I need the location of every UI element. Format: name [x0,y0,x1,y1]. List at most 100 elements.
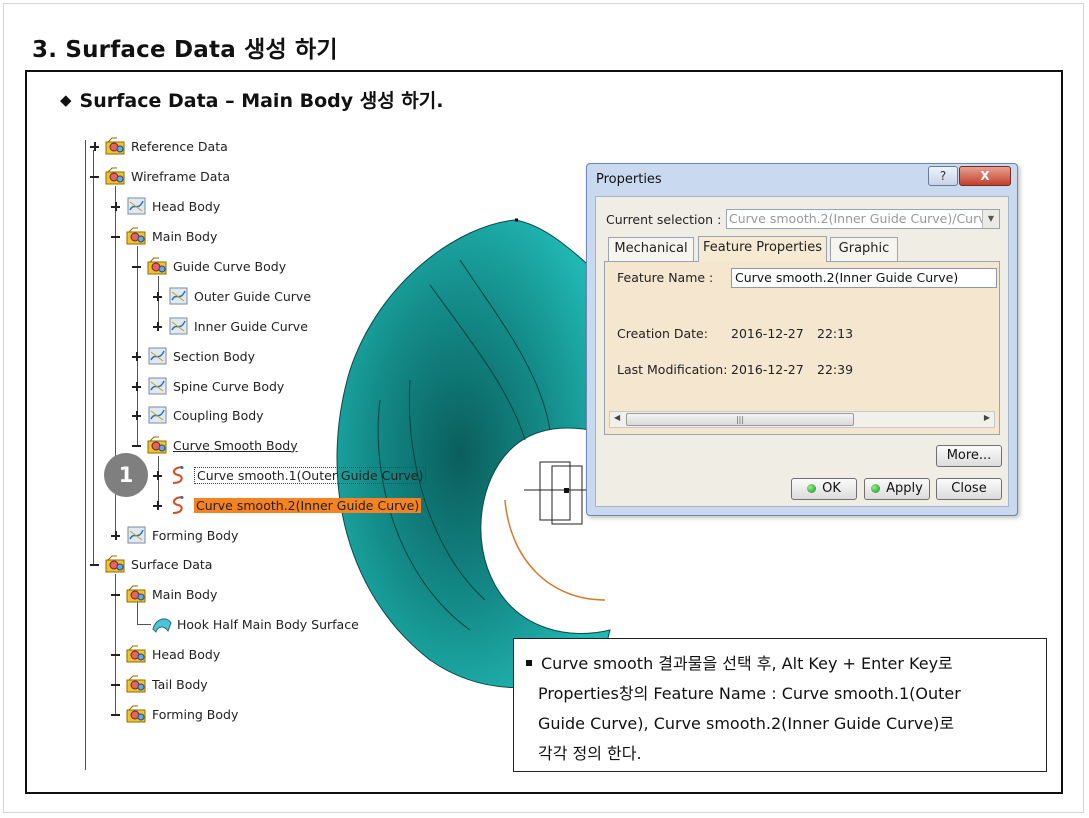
tree-item-label: Forming Body [152,706,239,722]
gear-folder-icon [126,644,148,664]
horizontal-scrollbar[interactable]: ◀ ||| ▶ [609,411,995,428]
tree-item-label: Section Body [173,348,255,364]
dialog-titlebar[interactable]: Properties ? X [587,164,1017,194]
tree-item-label: Head Body [152,198,221,214]
curve-smooth-icon [168,495,190,515]
expand-icon[interactable] [111,201,120,211]
wireframe-body-icon [168,286,190,306]
tree-item-label: Hook Half Main Body Surface [177,616,359,632]
feature-name-label: Feature Name : [617,270,714,285]
tab-label: Feature Properties [703,240,822,255]
expand-icon[interactable] [132,351,141,361]
last-modification-date: 2016-12-27 [731,362,804,377]
tree-item-main-body[interactable]: Main Body [111,224,217,248]
tree-item-head-body[interactable]: Head Body [111,194,220,218]
tab-label: Graphic [838,241,890,256]
wireframe-body-icon [126,196,148,216]
green-status-icon [807,484,817,493]
tree-item-label: Spine Curve Body [173,378,285,394]
gear-folder-icon [105,166,127,186]
tree-item-section-body[interactable]: Section Body [132,344,255,368]
last-modification-time: 22:39 [817,362,854,377]
specification-tree: Reference Data Wireframe Data Head Body … [0,0,480,818]
tree-item-reference-data[interactable]: Reference Data [90,134,228,158]
feature-properties-panel: Feature Name : Curve smooth.2(Inner Guid… [604,261,1000,435]
ok-button-label: OK [822,481,841,496]
expand-icon[interactable] [132,381,141,391]
tree-item-sd-tail-body[interactable]: Tail Body [111,672,208,696]
tree-item-spine-curve-body[interactable]: Spine Curve Body [132,374,284,398]
tree-item-hook-half-main-body-surface[interactable]: Hook Half Main Body Surface [151,612,359,636]
collapse-icon[interactable] [111,590,120,599]
tree-item-forming-body[interactable]: Forming Body [111,523,238,547]
tree-item-label: Main Body [152,228,218,244]
tree-item-inner-guide-curve[interactable]: Inner Guide Curve [153,314,308,338]
wireframe-body-icon [147,405,169,425]
tree-item-sd-forming-body[interactable]: Forming Body [111,702,238,726]
step-callout-badge: 1 [104,453,148,497]
close-button[interactable]: Close [936,478,1002,500]
expand-icon[interactable] [111,530,120,540]
collapse-icon[interactable] [111,710,120,719]
more-button[interactable]: More... [936,445,1002,467]
current-selection-dropdown[interactable]: Curve smooth.2(Inner Guide Curve)/Curve … [726,209,1000,229]
collapse-icon[interactable] [111,232,120,241]
tree-item-surface-data[interactable]: Surface Data [90,552,212,576]
apply-button[interactable]: Apply [864,478,930,500]
tree-item-label: Tail Body [152,676,208,692]
collapse-icon[interactable] [111,650,120,659]
chevron-down-icon[interactable]: ▼ [982,210,999,228]
note-line-2: Properties창의 Feature Name : Curve smooth… [538,684,961,703]
tab-label: Mechanical [614,241,688,256]
note-line-1: Curve smooth 결과물을 선택 후, Alt Key + Enter … [526,649,1032,679]
apply-button-label: Apply [886,481,923,496]
tree-item-sd-head-body[interactable]: Head Body [111,642,220,666]
help-button[interactable]: ? [928,166,958,186]
tree-item-sd-main-body[interactable]: Main Body [111,582,217,606]
expand-icon[interactable] [153,321,162,331]
tree-item-label: Reference Data [131,138,228,154]
scroll-left-icon[interactable]: ◀ [614,413,620,422]
tree-item-guide-curve-body[interactable]: Guide Curve Body [132,254,286,278]
feature-name-input[interactable]: Curve smooth.2(Inner Guide Curve) [731,268,997,288]
more-button-label: More... [946,448,992,463]
expand-icon[interactable] [90,141,99,151]
gear-folder-icon [105,136,127,156]
expand-icon[interactable] [153,291,162,301]
properties-dialog[interactable]: Properties ? X Current selection : Curve… [586,163,1018,516]
expand-icon[interactable] [153,500,162,510]
tree-item-outer-guide-curve[interactable]: Outer Guide Curve [153,284,311,308]
tree-item-wireframe-data[interactable]: Wireframe Data [90,164,230,188]
tab-graphic[interactable]: Graphic [830,237,898,261]
tree-item-curve-smooth-2[interactable]: Curve smooth.2(Inner Guide Curve) [153,493,422,517]
collapse-icon[interactable] [90,172,99,181]
current-selection-value: Curve smooth.2(Inner Guide Curve)/Curve … [729,211,999,226]
tree-item-curve-smooth-1[interactable]: Curve smooth.1(Outer Guide Curve) [153,463,427,487]
tab-feature-properties[interactable]: Feature Properties [698,236,827,262]
collapse-icon[interactable] [90,560,99,569]
tree-item-coupling-body[interactable]: Coupling Body [132,403,264,427]
tab-mechanical[interactable]: Mechanical [608,237,694,261]
wireframe-body-icon [147,376,169,396]
note-text: Curve smooth 결과물을 선택 후, Alt Key + Enter … [541,654,953,673]
gear-folder-icon [126,584,148,604]
tree-item-label: Surface Data [131,556,213,572]
tree-item-label: Forming Body [152,527,239,543]
wireframe-body-icon [147,346,169,366]
close-window-button[interactable]: X [959,166,1011,186]
dialog-title: Properties [596,172,662,187]
green-status-icon [871,484,881,493]
expand-icon[interactable] [153,470,162,480]
tree-item-curve-smooth-body[interactable]: Curve Smooth Body [132,433,298,457]
tree-item-label: Coupling Body [173,407,264,423]
note-line-4: 각각 정의 한다. [538,744,642,763]
ok-button[interactable]: OK [791,478,857,500]
tree-item-label: Inner Guide Curve [194,318,308,334]
expand-icon[interactable] [132,410,141,420]
collapse-icon[interactable] [111,680,120,689]
scroll-right-icon[interactable]: ▶ [984,413,990,422]
scrollbar-thumb[interactable]: ||| [626,413,854,426]
collapse-icon[interactable] [132,441,141,450]
creation-date-value: 2016-12-27 [731,326,804,341]
collapse-icon[interactable] [132,262,141,271]
